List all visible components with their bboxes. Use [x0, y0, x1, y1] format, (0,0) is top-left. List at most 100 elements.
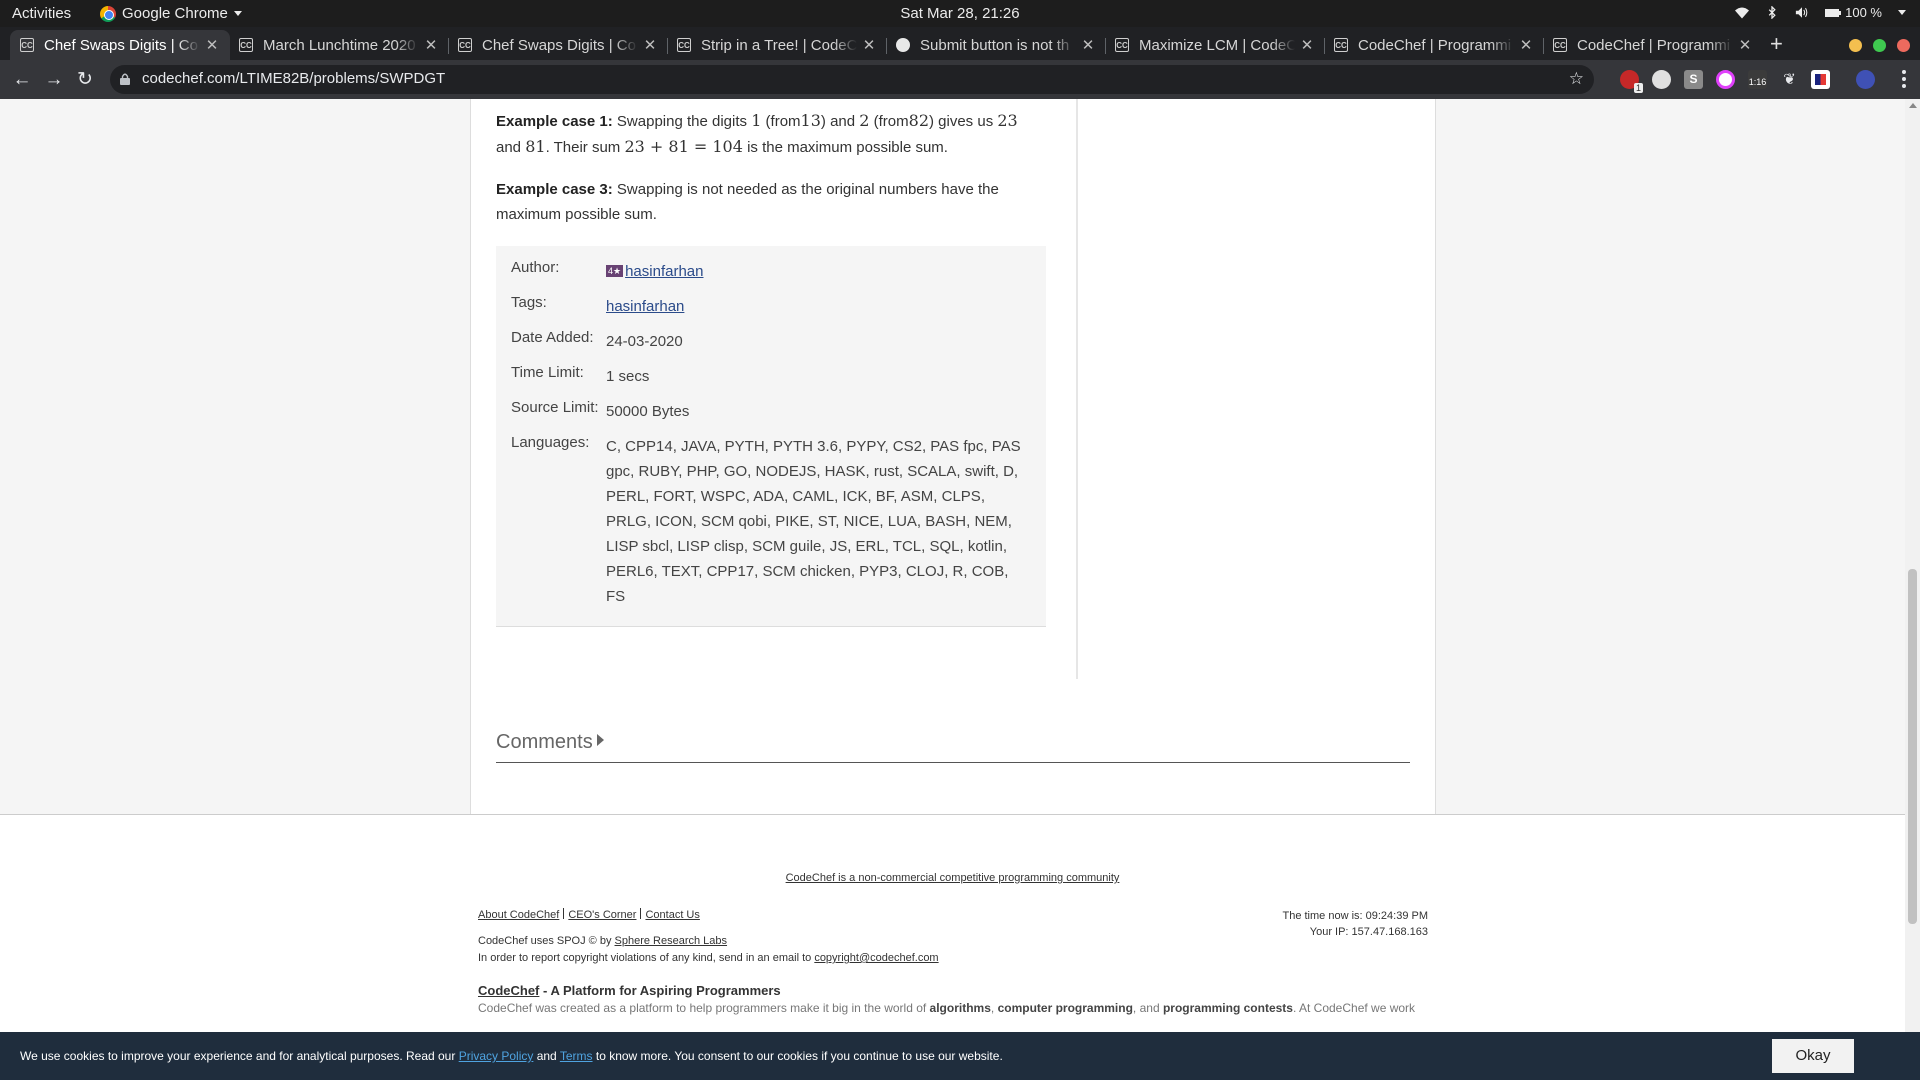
wifi-icon: [1735, 7, 1750, 19]
scroll-up-arrow-icon[interactable]: [1909, 103, 1917, 108]
tab-close-icon[interactable]: ✕: [204, 36, 220, 54]
tab-6[interactable]: CC CodeChef | Programmi ✕: [1324, 30, 1544, 60]
tab-0[interactable]: CC Chef Swaps Digits | Co ✕: [10, 30, 230, 60]
server-info: The time now is: 09:24:39 PM Your IP: 15…: [1282, 908, 1428, 940]
os-top-bar: Activities Google Chrome Sat Mar 28, 21:…: [0, 0, 1920, 27]
about-text: , and: [1132, 1001, 1163, 1015]
tab-1[interactable]: CC March Lunchtime 2020 ✕: [229, 30, 449, 60]
tab-title: Chef Swaps Digits | Co: [482, 36, 636, 54]
comments-toggle[interactable]: Comments: [496, 731, 1410, 763]
lock-icon: [120, 73, 130, 85]
caret-down-icon: [233, 11, 242, 16]
contact-us-link[interactable]: Contact Us: [645, 909, 699, 921]
back-arrow-icon[interactable]: ←: [11, 69, 33, 91]
clock[interactable]: Sat Mar 28, 21:26: [0, 5, 1920, 22]
tab-4[interactable]: Submit button is not th ✕: [886, 30, 1106, 60]
url-text: codechef.com/LTIME82B/problems/SWPDGT: [142, 70, 446, 87]
extension-leaf-icon[interactable]: ❦: [1780, 70, 1799, 89]
extension-s-icon[interactable]: S: [1684, 70, 1703, 89]
ceo-corner-link[interactable]: CEO's Corner: [568, 909, 636, 921]
activities-button[interactable]: Activities: [12, 5, 71, 22]
example-text: . Their sum: [545, 139, 621, 156]
system-tray[interactable]: 100 %: [1735, 5, 1906, 20]
profile-avatar[interactable]: [1856, 70, 1875, 89]
chrome-logo-icon: [100, 5, 116, 22]
tab-title: Chef Swaps Digits | Co: [44, 36, 198, 54]
app-menu[interactable]: Google Chrome: [100, 5, 242, 22]
tab-title: Maximize LCM | CodeC: [1139, 36, 1295, 54]
example-case-3-label: Example case 3:: [496, 181, 613, 198]
author-label: Author:: [511, 259, 560, 276]
bookmark-star-icon[interactable]: ☆: [1569, 69, 1584, 89]
date-added-value: 24-03-2020: [606, 333, 683, 350]
example-text: ) gives us: [929, 113, 994, 130]
codechef-favicon-icon: CC: [239, 38, 253, 52]
new-tab-icon[interactable]: +: [1770, 32, 1783, 56]
footer-tagline-link[interactable]: CodeChef is a non-commercial competitive…: [786, 872, 1120, 884]
example-case-1-label: Example case 1:: [496, 113, 613, 130]
tab-7[interactable]: CC CodeChef | Programmi ✕: [1543, 30, 1763, 60]
chrome-menu-icon[interactable]: [1902, 70, 1906, 88]
problem-container: Example case 1: Swapping the digits 1 (f…: [470, 99, 1436, 815]
tab-close-icon[interactable]: ✕: [423, 36, 439, 54]
codechef-favicon-icon: CC: [677, 38, 691, 52]
tab-3[interactable]: CC Strip in a Tree! | CodeC ✕: [667, 30, 887, 60]
tab-5[interactable]: CC Maximize LCM | CodeC ✕: [1105, 30, 1325, 60]
extension-red-icon[interactable]: 1: [1620, 70, 1643, 93]
extension-flag-icon[interactable]: [1811, 70, 1830, 89]
platform-suffix: - A Platform for Aspiring Programmers: [539, 983, 781, 998]
codechef-favicon-icon: CC: [1553, 38, 1567, 52]
codechef-favicon-icon: CC: [1115, 38, 1129, 52]
author-link[interactable]: hasinfarhan: [625, 263, 703, 280]
tab-2[interactable]: CC Chef Swaps Digits | Co ✕: [448, 30, 668, 60]
address-bar[interactable]: codechef.com/LTIME82B/problems/SWPDGT ☆: [110, 65, 1594, 94]
platform-heading: CodeChef - A Platform for Aspiring Progr…: [478, 983, 781, 998]
extension-dial-icon[interactable]: [1652, 70, 1671, 89]
about-codechef-link[interactable]: About CodeChef: [478, 909, 559, 921]
terms-link[interactable]: Terms: [560, 1049, 593, 1063]
codechef-favicon-icon: CC: [1334, 38, 1348, 52]
example-text: (from: [873, 113, 909, 130]
extension-timer-text: 1:16: [1748, 77, 1767, 87]
tab-title: Submit button is not th: [920, 36, 1070, 54]
tag-link[interactable]: hasinfarhan: [606, 298, 684, 315]
maximize-window-icon[interactable]: [1873, 39, 1886, 52]
math-value: 23: [997, 111, 1018, 130]
about-text: ,: [990, 1001, 998, 1015]
tab-close-icon[interactable]: ✕: [1299, 36, 1315, 54]
reload-icon[interactable]: ↻: [74, 69, 96, 91]
tab-close-icon[interactable]: ✕: [1737, 36, 1753, 54]
copyright-notice: In order to report copyright violations …: [478, 952, 939, 964]
your-ip: Your IP: 157.47.168.163: [1309, 926, 1428, 938]
sphere-research-link[interactable]: Sphere Research Labs: [615, 935, 728, 947]
platform-about: CodeChef was created as a platform to he…: [478, 1001, 1428, 1015]
okay-button[interactable]: Okay: [1772, 1039, 1854, 1073]
problem-info-box: Author: 4★ hasinfarhan Tags: hasinfarhan …: [496, 246, 1046, 627]
tab-title: CodeChef | Programmi: [1577, 36, 1731, 54]
tab-close-icon[interactable]: ✕: [642, 36, 658, 54]
tab-close-icon[interactable]: ✕: [1518, 36, 1534, 54]
minimize-window-icon[interactable]: [1849, 39, 1862, 52]
tab-close-icon[interactable]: ✕: [1080, 36, 1096, 54]
battery-icon: [1825, 8, 1842, 17]
close-window-icon[interactable]: [1897, 39, 1910, 52]
tab-close-icon[interactable]: ✕: [861, 36, 877, 54]
page-scrollbar[interactable]: [1905, 99, 1920, 1080]
copyright-email-link[interactable]: copyright@codechef.com: [814, 952, 938, 964]
rating-star-badge: 4★: [606, 265, 624, 277]
codechef-favicon-icon: CC: [20, 38, 34, 52]
about-bold: programming contests: [1162, 1001, 1293, 1015]
battery-percent: 100 %: [1845, 5, 1882, 20]
extension-timer-icon[interactable]: 1:16: [1748, 70, 1767, 89]
example-text: ) and: [820, 113, 856, 130]
forward-arrow-icon[interactable]: →: [43, 69, 65, 91]
scrollbar-thumb[interactable]: [1908, 569, 1917, 924]
spoj-text: CodeChef uses SPOJ © by: [478, 935, 612, 947]
languages-label: Languages:: [511, 434, 590, 451]
codechef-home-link[interactable]: CodeChef: [478, 983, 539, 998]
privacy-policy-link[interactable]: Privacy Policy: [459, 1049, 534, 1063]
extension-ring-icon[interactable]: [1716, 70, 1735, 89]
time-limit-label: Time Limit:: [511, 364, 584, 381]
cookie-text: We use cookies to improve your experienc…: [20, 1049, 459, 1063]
math-value: 13: [800, 111, 821, 130]
